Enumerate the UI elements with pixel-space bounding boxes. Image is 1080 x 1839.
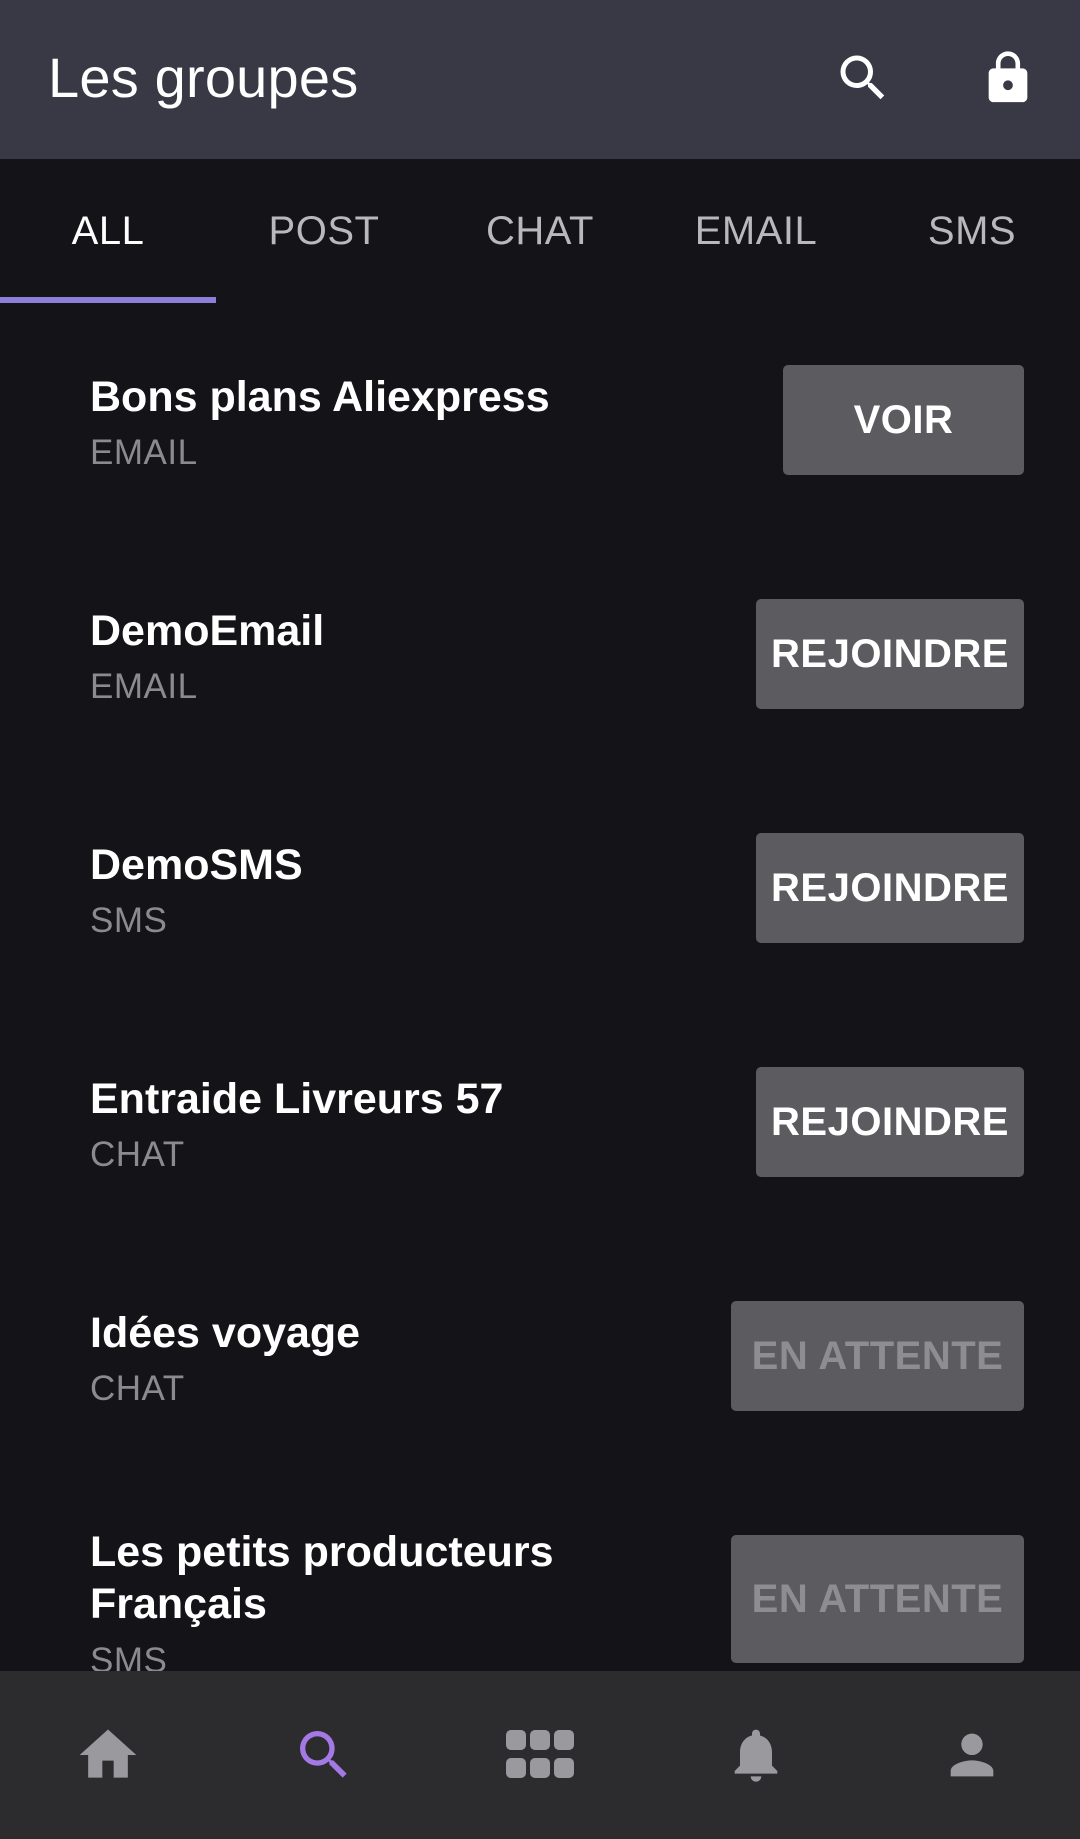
top-app-bar: Les groupes xyxy=(0,0,1080,159)
nav-profile[interactable] xyxy=(864,1671,1080,1839)
tab-post[interactable]: POST xyxy=(216,159,432,303)
group-list: Bons plans Aliexpress EMAIL VOIR DemoEma… xyxy=(0,303,1080,1671)
app-screen: Les groupes ALL POST CHAT EMAIL SMS Bons… xyxy=(0,0,1080,1839)
view-button[interactable]: VOIR xyxy=(783,365,1024,475)
list-item: Les petits producteurs Français SMS EN A… xyxy=(0,1473,1080,1671)
search-button[interactable] xyxy=(821,36,905,120)
tab-all[interactable]: ALL xyxy=(0,159,216,303)
group-type: SMS xyxy=(90,901,168,940)
group-type: CHAT xyxy=(90,1369,185,1408)
tab-sms[interactable]: SMS xyxy=(864,159,1080,303)
list-item: Idées voyage CHAT EN ATTENTE xyxy=(0,1239,1080,1473)
pending-button[interactable]: EN ATTENTE xyxy=(731,1535,1024,1663)
search-icon xyxy=(840,55,885,100)
tab-chat[interactable]: CHAT xyxy=(432,159,648,303)
group-type: SMS xyxy=(90,1641,168,1671)
page-title: Les groupes xyxy=(48,46,359,109)
join-button[interactable]: REJOINDRE xyxy=(756,599,1024,709)
lock-icon xyxy=(988,51,1028,103)
group-name: Bons plans Aliexpress xyxy=(90,373,550,421)
nav-search[interactable] xyxy=(216,1671,432,1839)
bell-icon xyxy=(734,1729,778,1782)
lock-button[interactable] xyxy=(966,36,1050,120)
list-item: DemoEmail EMAIL REJOINDRE xyxy=(0,537,1080,771)
group-name: DemoSMS xyxy=(90,841,303,889)
person-icon xyxy=(950,1733,994,1777)
group-name: Les petits producteurs Français xyxy=(90,1528,554,1628)
join-button[interactable]: REJOINDRE xyxy=(756,1067,1024,1177)
apps-grid-icon xyxy=(506,1730,574,1778)
list-item: Entraide Livreurs 57 CHAT REJOINDRE xyxy=(0,1005,1080,1239)
nav-apps[interactable] xyxy=(432,1671,648,1839)
list-item: DemoSMS SMS REJOINDRE xyxy=(0,771,1080,1005)
search-icon xyxy=(300,1731,347,1778)
group-type: EMAIL xyxy=(90,667,198,706)
tab-email[interactable]: EMAIL xyxy=(648,159,864,303)
pending-button[interactable]: EN ATTENTE xyxy=(731,1301,1024,1411)
group-name: Idées voyage xyxy=(90,1309,361,1357)
list-item: Bons plans Aliexpress EMAIL VOIR xyxy=(0,303,1080,537)
group-type: CHAT xyxy=(90,1135,185,1174)
nav-home[interactable] xyxy=(0,1671,216,1839)
group-type: EMAIL xyxy=(90,433,198,472)
filter-tabs: ALL POST CHAT EMAIL SMS xyxy=(0,159,1080,303)
join-button[interactable]: REJOINDRE xyxy=(756,833,1024,943)
group-name: DemoEmail xyxy=(90,607,325,655)
nav-notifications[interactable] xyxy=(648,1671,864,1839)
bottom-navigation xyxy=(0,1671,1080,1839)
home-icon xyxy=(79,1729,137,1778)
group-name: Entraide Livreurs 57 xyxy=(90,1075,504,1123)
